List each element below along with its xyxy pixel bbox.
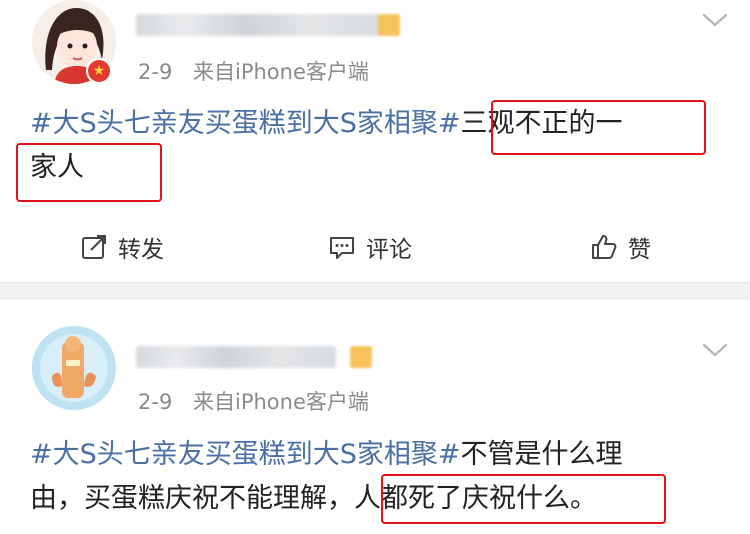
verified-badge-icon: ★ [86, 58, 112, 84]
post-meta: 2-9 来自iPhone客户端 [138, 56, 369, 86]
highlight-box [381, 474, 666, 524]
like-button[interactable]: 赞 [590, 230, 651, 264]
blurred-username[interactable] [136, 346, 336, 368]
thumbs-up-icon [592, 235, 617, 259]
weibo-post-2: 2-9 来自iPhone客户端 #大S头七亲友买蛋糕到大S家相聚#不管是什么理 … [0, 300, 750, 534]
post-timestamp: 2-9 [138, 390, 173, 414]
weibo-post-1: ★ 2-9 来自iPhone客户端 #大S头七亲友买蛋糕到大S家相聚#三观不正的… [0, 0, 750, 282]
repost-label: 转发 [118, 237, 164, 263]
member-badge-icon [378, 14, 400, 36]
comment-icon [330, 237, 354, 259]
like-label: 赞 [628, 237, 651, 263]
highlight-box [491, 100, 706, 155]
comment-button[interactable]: 评论 [328, 230, 412, 264]
content-text-line2: 由，买蛋糕庆祝不能理解， [30, 483, 354, 514]
post-source: 来自iPhone客户端 [193, 390, 369, 414]
blurred-username[interactable] [136, 14, 381, 36]
post-divider [0, 282, 750, 300]
user-avatar[interactable] [32, 326, 116, 410]
repost-button[interactable]: 转发 [80, 230, 164, 264]
repost-icon [82, 235, 106, 259]
member-badge-icon [350, 346, 372, 368]
chevron-down-icon[interactable] [702, 342, 728, 358]
topic-link[interactable]: #大S头七亲友买蛋糕到大S家相聚# [30, 439, 461, 470]
comment-label: 评论 [366, 237, 412, 263]
chevron-down-icon[interactable] [702, 12, 728, 28]
post-timestamp: 2-9 [138, 60, 173, 84]
content-text-line1: 不管是什么理 [460, 439, 623, 470]
post-source: 来自iPhone客户端 [193, 60, 369, 84]
post-meta: 2-9 来自iPhone客户端 [138, 386, 369, 416]
topic-link[interactable]: #大S头七亲友买蛋糕到大S家相聚# [30, 108, 461, 139]
illustration-avatar-icon [32, 326, 116, 410]
action-bar: 转发 评论 赞 [0, 222, 750, 272]
highlight-box [16, 143, 162, 202]
